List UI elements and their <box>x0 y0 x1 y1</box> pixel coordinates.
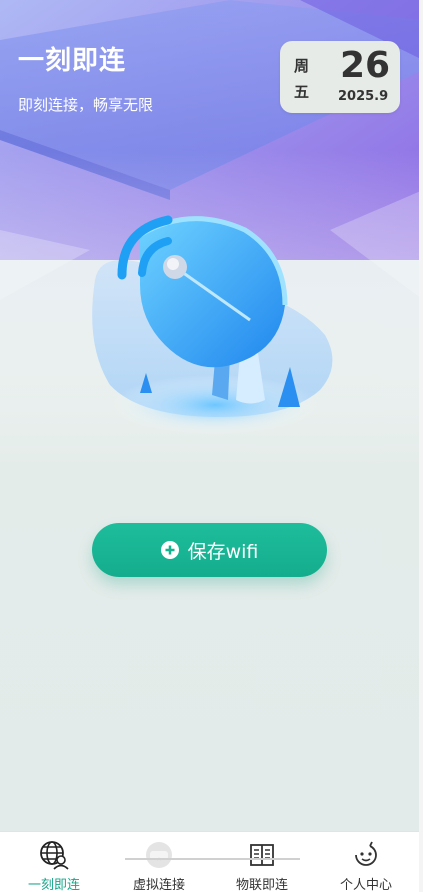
tab-label: 一刻即连 <box>27 878 80 892</box>
vr-headset-icon <box>146 842 172 868</box>
smiley-face-icon <box>355 841 377 866</box>
save-wifi-button[interactable]: 保存wifi <box>92 523 327 577</box>
tab-virtual-connect[interactable]: 虚拟连接 <box>107 832 211 892</box>
satellite-dish-illustration <box>92 215 333 435</box>
app-screen: 一刻即连 即刻连接，畅享无限 周 五 26 2025.9 保存wifi 一刻即连… <box>0 0 423 892</box>
save-wifi-label: 保存wifi <box>187 540 259 563</box>
tab-iot-connect[interactable]: 物联即连 <box>210 832 314 892</box>
tab-label: 物联即连 <box>235 878 288 892</box>
plus-circle-icon <box>160 541 179 559</box>
bottom-tab-bar: 一刻即连 虚拟连接 物联即连 个人中心 <box>0 831 419 892</box>
screen-edge <box>419 0 423 892</box>
date-card: 周 五 26 2025.9 <box>280 41 400 113</box>
weekday-line1: 周 <box>294 57 310 75</box>
globe-user-icon <box>40 841 69 870</box>
day-number: 26 <box>340 45 391 86</box>
tab-label: 虚拟连接 <box>132 878 185 892</box>
weekday-line2: 五 <box>294 83 310 101</box>
year-month: 2025.9 <box>338 89 389 104</box>
tab-profile[interactable]: 个人中心 <box>314 832 418 892</box>
book-icon <box>250 844 274 866</box>
tab-label: 个人中心 <box>339 878 392 892</box>
weekday: 周 五 <box>294 53 314 105</box>
app-title: 一刻即连 <box>18 46 127 76</box>
tab-instant-connect[interactable]: 一刻即连 <box>2 832 106 892</box>
app-subtitle: 即刻连接，畅享无限 <box>18 96 154 114</box>
home-indicator <box>125 858 300 860</box>
